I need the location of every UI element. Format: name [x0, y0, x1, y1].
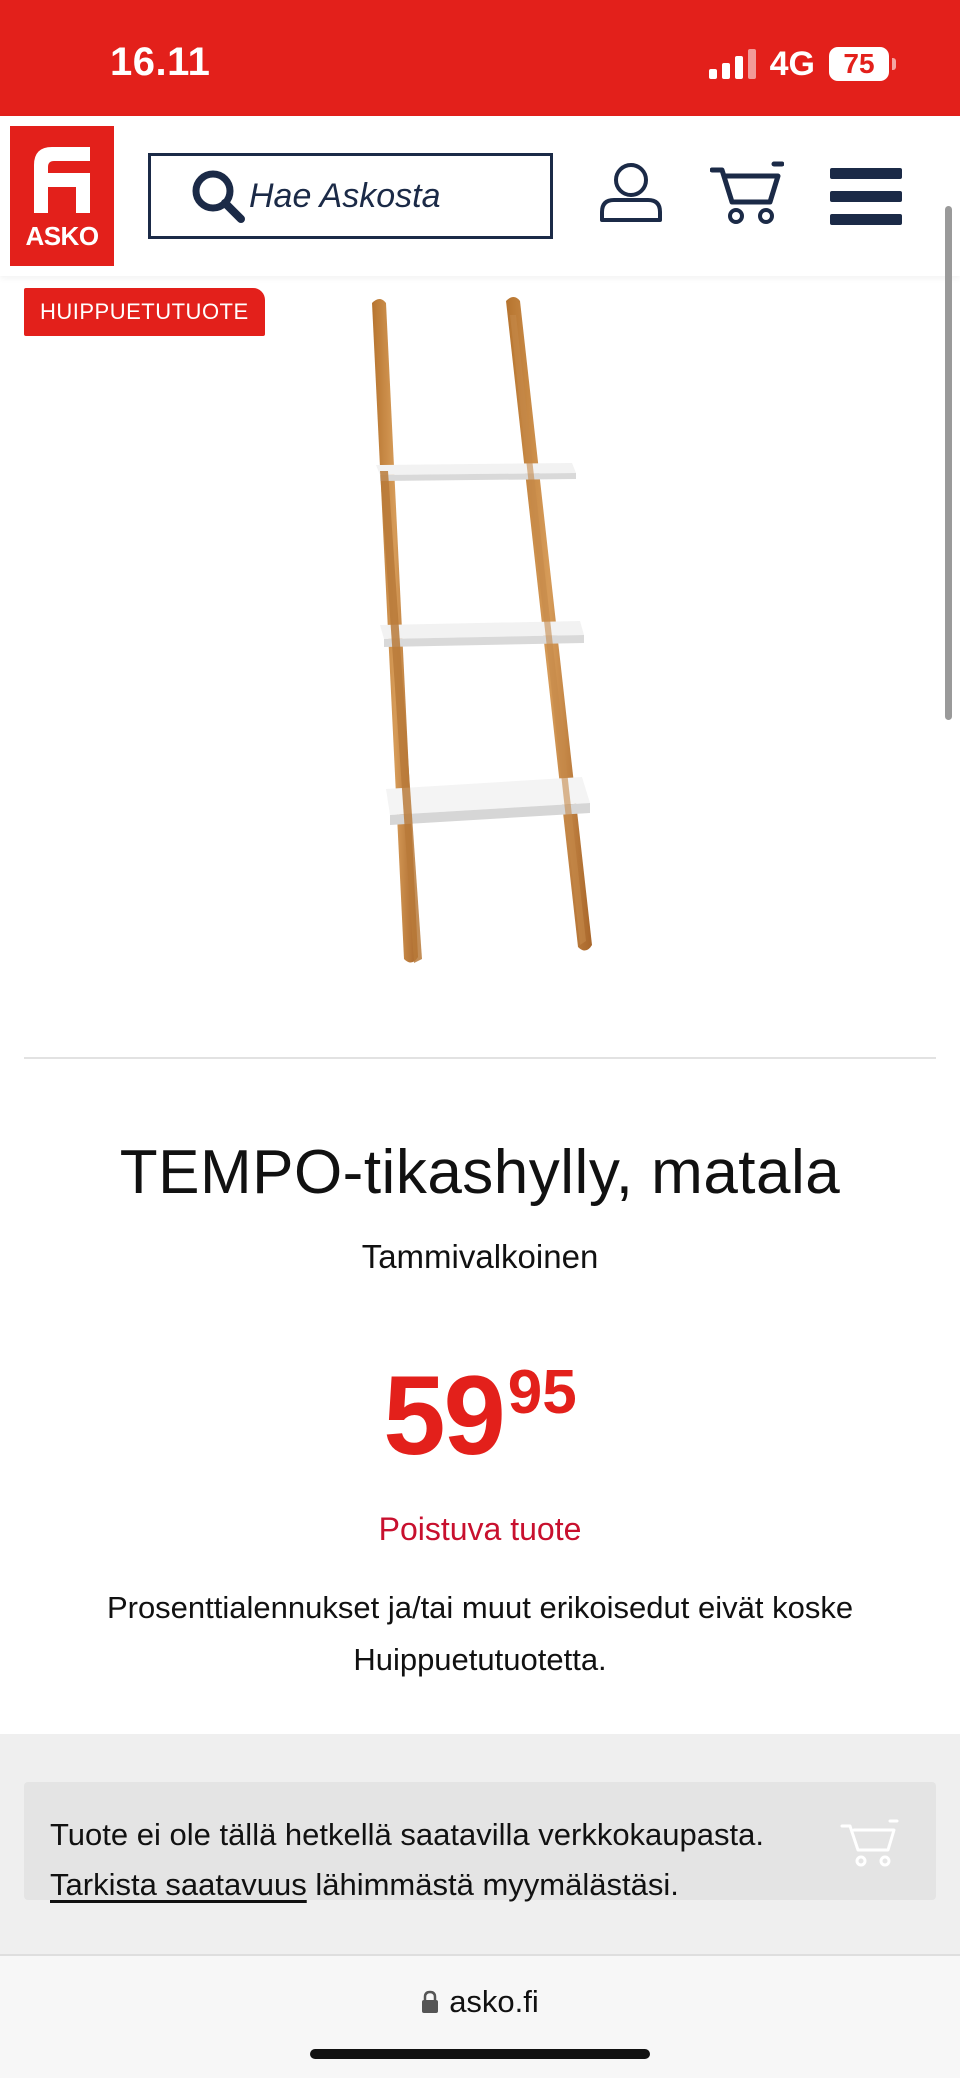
section-divider — [24, 1057, 936, 1059]
site-header: ASKO — [0, 116, 960, 276]
availability-message: Tuote ei ole tällä hetkellä saatavilla v… — [50, 1817, 764, 1852]
availability-box: Tuote ei ole tällä hetkellä saatavilla v… — [24, 1782, 936, 1902]
search-box[interactable] — [148, 153, 553, 239]
signal-icon — [708, 49, 756, 79]
status-indicators: 4G 75 — [708, 44, 896, 84]
account-icon[interactable] — [598, 160, 664, 226]
battery-level: 75 — [829, 47, 889, 81]
status-bar: 16.11 4G 75 — [0, 0, 960, 116]
product-image[interactable] — [340, 295, 620, 975]
logo-mark-icon — [34, 147, 90, 213]
url-text: asko.fi — [449, 1984, 539, 2019]
cart-icon[interactable] — [710, 160, 784, 226]
price-decimals: 95 — [507, 1358, 577, 1427]
cart-disabled-icon — [840, 1819, 899, 1867]
page-scrollbar[interactable] — [945, 206, 952, 720]
price-integer: 59 — [383, 1353, 506, 1478]
product-title: TEMPO-tikashylly, matala — [119, 1138, 841, 1207]
availability-store-line: Tarkista saatavuus lähimmästä myymälästä… — [50, 1860, 936, 1910]
status-time: 16.11 — [110, 40, 211, 84]
logo-text: ASKO — [25, 221, 99, 251]
search-icon[interactable] — [189, 167, 247, 225]
product-variant: Tammivalkoinen — [361, 1238, 599, 1275]
network-type: 4G — [769, 44, 815, 83]
browser-address-bar[interactable]: asko.fi — [0, 1954, 960, 2078]
check-availability-link[interactable]: Tarkista saatavuus — [50, 1867, 307, 1902]
promo-badge: HUIPPUETUTUOTE — [24, 288, 265, 336]
search-input[interactable] — [249, 176, 549, 216]
product-price: 59 95 — [0, 1360, 960, 1472]
url-display[interactable]: asko.fi — [0, 1984, 960, 2020]
home-indicator[interactable] — [310, 2049, 650, 2059]
product-status: Poistuva tuote — [378, 1511, 582, 1547]
discount-disclaimer: Prosenttialennukset ja/tai muut erikoise… — [106, 1590, 854, 1677]
battery-icon: 75 — [829, 47, 896, 81]
availability-store-text: lähimmästä myymälästäsi. — [306, 1867, 679, 1902]
asko-logo[interactable]: ASKO — [10, 126, 114, 266]
menu-icon[interactable] — [830, 166, 902, 228]
lock-icon — [422, 1990, 439, 2013]
